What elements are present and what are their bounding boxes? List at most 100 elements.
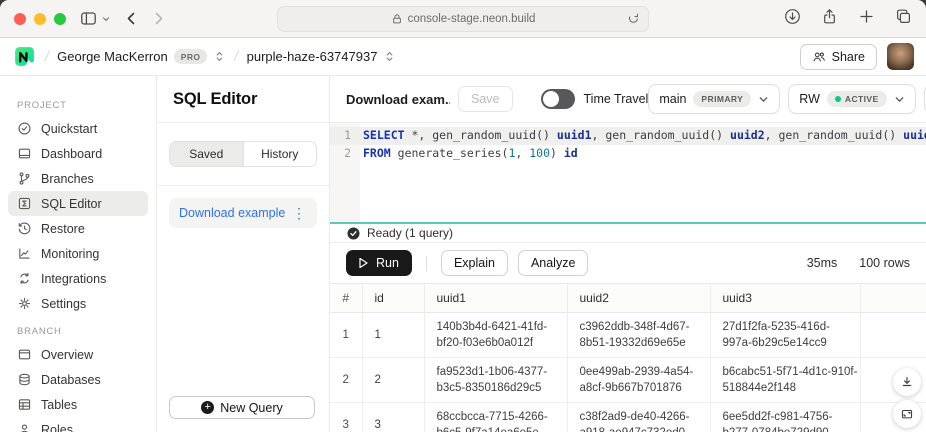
new-query-button[interactable]: + New Query <box>169 396 315 419</box>
results-body: 11140b3b4d-6421-41fd-bf20-f03e6b0a012fc3… <box>330 313 926 432</box>
sidebar-item-integrations[interactable]: Integrations <box>8 266 148 291</box>
result-cell: c38f2ad9-de40-4266-a918-ae947c732ed0 <box>567 403 710 432</box>
chevron-updown-icon <box>383 50 396 63</box>
back-button[interactable] <box>123 10 140 27</box>
result-cell: 27d1f2fa-5235-416d-997a-6b29c5e14cc9 <box>710 313 860 358</box>
close-window-button[interactable] <box>14 13 26 25</box>
code-line[interactable]: 2FROM generate_series(1, 100) id <box>330 145 926 163</box>
queries-panel: SQL Editor Saved History Download exampl… <box>157 76 330 432</box>
restore-clock-icon <box>17 221 32 236</box>
url-text: console-stage.neon.build <box>408 13 536 25</box>
saved-history-tabs: Saved History <box>169 141 317 167</box>
lock-icon <box>391 13 403 25</box>
sidebar-toggle-icon[interactable] <box>80 10 97 27</box>
download-icon <box>900 375 914 389</box>
sidebar-item-label: SQL Editor <box>41 197 102 211</box>
column-filler <box>860 284 926 313</box>
result-cell: 1 <box>330 313 362 358</box>
sidebar-item-quickstart[interactable]: Quickstart <box>8 116 148 141</box>
download-results-button[interactable] <box>893 368 921 396</box>
column-header: uuid1 <box>424 284 567 313</box>
sidebar-item-sql-editor[interactable]: SQL Editor <box>8 191 148 216</box>
code-area[interactable]: 1SELECT *, gen_random_uuid() uuid1, gen_… <box>330 123 926 222</box>
sidebar-item-restore[interactable]: Restore <box>8 216 148 241</box>
sidebar-item-monitoring[interactable]: Monitoring <box>8 241 148 266</box>
project-selector[interactable]: purple-haze-63747937 <box>247 49 397 64</box>
sidebar-item-label: Branches <box>41 172 94 186</box>
saved-query-item[interactable]: Download example ⋮ <box>169 198 317 228</box>
time-travel-label: Time Travel <box>584 92 649 106</box>
org-name: George MacKerron <box>57 49 168 64</box>
branch-select[interactable]: main PRIMARY <box>648 84 780 114</box>
compute-select[interactable]: RW ACTIVE <box>788 84 915 114</box>
sidebar-item-label: Integrations <box>41 272 106 286</box>
expand-icon <box>900 407 914 421</box>
sidebar-item-roles[interactable]: Roles <box>8 417 148 432</box>
sidebar-item-label: Dashboard <box>41 147 102 161</box>
result-cell: 2 <box>362 358 424 403</box>
sidebar-item-label: Settings <box>41 297 86 311</box>
active-badge: ACTIVE <box>827 91 887 107</box>
git-branch-icon <box>17 171 32 186</box>
address-bar[interactable]: console-stage.neon.build <box>277 6 649 32</box>
sidebar-item-settings[interactable]: Settings <box>8 291 148 316</box>
window-controls <box>14 13 66 25</box>
user-icon <box>17 422 32 432</box>
explain-button[interactable]: Explain <box>441 250 508 276</box>
expand-results-button[interactable] <box>893 400 921 428</box>
analyze-button[interactable]: Analyze <box>518 250 588 276</box>
tab-saved[interactable]: Saved <box>170 142 244 166</box>
chevron-updown-icon <box>213 50 226 63</box>
chevron-down-icon <box>758 94 769 105</box>
column-header: uuid3 <box>710 284 860 313</box>
table-icon <box>17 397 32 412</box>
line-number: 1 <box>330 127 360 145</box>
sidebar-item-label: Restore <box>41 222 85 236</box>
sidebar-item-branches[interactable]: Branches <box>8 166 148 191</box>
kebab-menu-icon[interactable]: ⋮ <box>289 206 309 220</box>
sidebar-item-overview[interactable]: Overview <box>8 342 148 367</box>
zoom-window-button[interactable] <box>54 13 66 25</box>
reload-icon[interactable] <box>627 12 640 28</box>
results-table-container: #iduuid1uuid2uuid3 11140b3b4d-6421-41fd-… <box>330 283 926 432</box>
time-travel-toggle[interactable] <box>541 89 575 109</box>
result-cell: 68ccbcca-7715-4266-b6c5-9f7a14ea6e5e <box>424 403 567 432</box>
share-button[interactable]: Share <box>800 44 877 70</box>
check-circle-icon <box>347 227 360 240</box>
share-icon[interactable] <box>821 8 838 30</box>
sidebar-item-dashboard[interactable]: Dashboard <box>8 141 148 166</box>
query-status-bar: Ready (1 query) <box>330 222 926 243</box>
browser-chrome: console-stage.neon.build <box>0 0 926 38</box>
gear-icon <box>17 296 32 311</box>
column-header: uuid2 <box>567 284 710 313</box>
chevron-down-icon[interactable] <box>101 14 111 24</box>
column-header: id <box>362 284 424 313</box>
sidebar-item-tables[interactable]: Tables <box>8 392 148 417</box>
primary-badge: PRIMARY <box>693 91 751 107</box>
app-header: / George MacKerron PRO / purple-haze-637… <box>0 38 926 76</box>
query-title: Download exam... <box>346 92 450 107</box>
sidebar-item-databases[interactable]: Databases <box>8 367 148 392</box>
neon-logo-icon[interactable] <box>12 44 37 69</box>
new-tab-icon[interactable] <box>858 8 875 30</box>
result-cell: 0ee499ab-2939-4a54-a8cf-9b667b701876 <box>567 358 710 403</box>
user-avatar[interactable] <box>887 43 914 70</box>
run-button[interactable]: Run <box>346 250 412 276</box>
sidebar-item-label: Quickstart <box>41 122 97 136</box>
query-duration: 35ms <box>807 256 838 270</box>
tab-history[interactable]: History <box>244 142 317 166</box>
play-icon <box>356 256 370 270</box>
monitoring-chart-icon <box>17 246 32 261</box>
code-line[interactable]: 1SELECT *, gen_random_uuid() uuid1, gen_… <box>330 127 926 145</box>
result-row: 11140b3b4d-6421-41fd-bf20-f03e6b0a012fc3… <box>330 313 926 358</box>
sql-editor-icon <box>17 196 32 211</box>
forward-button[interactable] <box>150 10 167 27</box>
sidebar-section-label: PROJECT <box>0 90 156 116</box>
column-header: # <box>330 284 362 313</box>
org-selector[interactable]: George MacKerron PRO <box>57 49 226 64</box>
result-cell: 6ee5dd2f-c981-4756-b277-0784be729d90 <box>710 403 860 432</box>
minimize-window-button[interactable] <box>34 13 46 25</box>
save-button[interactable]: Save <box>458 86 513 112</box>
tab-overview-icon[interactable] <box>895 8 912 30</box>
downloads-icon[interactable] <box>784 8 801 30</box>
